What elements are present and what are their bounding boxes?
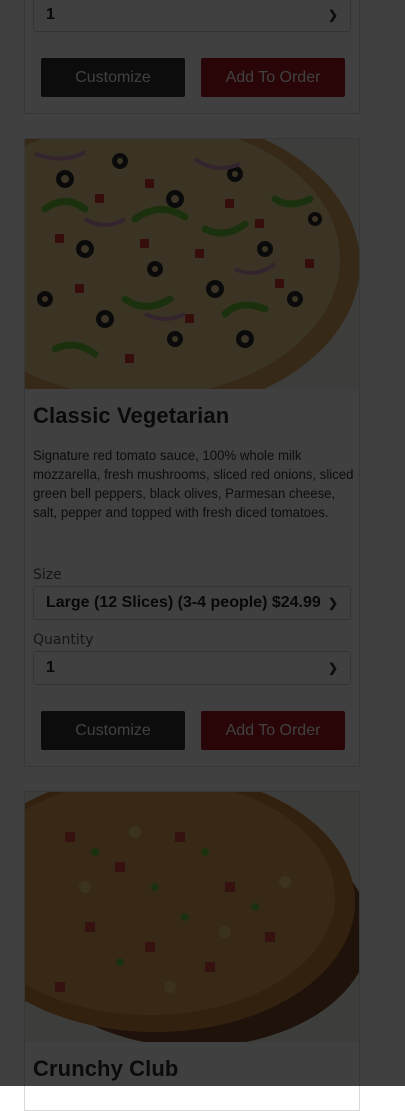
menu-page: 1 ❯ Customize Add To Order Classic Veget… <box>0 0 405 1111</box>
quantity-select-value: 1 <box>46 6 55 23</box>
size-label: Size <box>33 567 62 583</box>
menu-item-card: Classic Vegetarian Signature red tomato … <box>24 138 360 767</box>
quantity-select[interactable]: 1 ❯ <box>33 651 351 685</box>
quantity-select[interactable]: 1 ❯ <box>33 0 351 32</box>
menu-item-card: 1 ❯ Customize Add To Order <box>24 0 360 114</box>
crunchy-club-image <box>25 792 359 1042</box>
item-title: Classic Vegetarian <box>33 403 230 428</box>
quantity-label: Quantity <box>33 632 94 648</box>
size-select-value: Large (12 Slices) (3-4 people) $24.99 <box>46 594 321 611</box>
item-description: Signature red tomato sauce, 100% whole m… <box>33 448 354 521</box>
size-select[interactable]: Large (12 Slices) (3-4 people) $24.99 ❯ <box>33 586 351 620</box>
customize-button[interactable]: Customize <box>41 58 185 97</box>
chevron-down-icon: ❯ <box>327 8 338 22</box>
chevron-down-icon: ❯ <box>327 661 338 675</box>
add-to-order-button[interactable]: Add To Order <box>201 711 345 750</box>
menu-item-card: Crunchy Club <box>24 791 360 1111</box>
customize-button[interactable]: Customize <box>41 711 185 750</box>
item-title: Crunchy Club <box>33 1056 179 1081</box>
quantity-select-value: 1 <box>46 659 55 676</box>
classic-vegetarian-image <box>25 139 359 389</box>
chevron-down-icon: ❯ <box>327 596 338 610</box>
add-to-order-button[interactable]: Add To Order <box>201 58 345 97</box>
